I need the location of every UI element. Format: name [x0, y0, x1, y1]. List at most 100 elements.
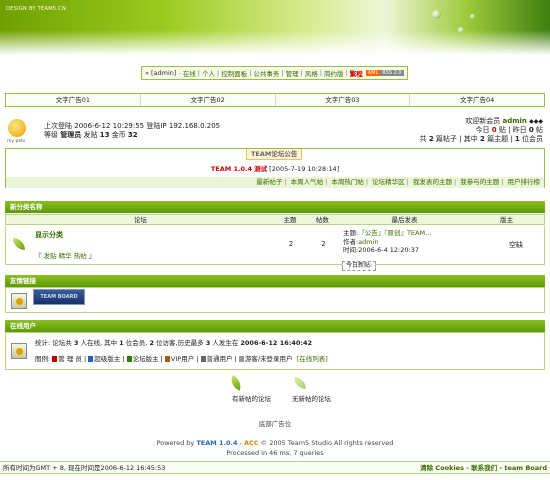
members-count: 1	[514, 135, 520, 143]
online-members: 1	[119, 339, 124, 347]
online-max-time: 2006-6-12 16:40:42	[240, 339, 313, 347]
announcement-test[interactable]: 测试	[254, 165, 267, 173]
legend-admin: 管 理 员	[58, 355, 82, 363]
online-list-link[interactable]: [在线列表]	[297, 355, 328, 363]
today-count: 0	[491, 126, 497, 134]
new-member-link[interactable]: admin	[503, 117, 527, 125]
category-header[interactable]: 新分类名称	[5, 201, 545, 213]
online-total: 3	[73, 339, 79, 347]
today-new-tooltip: 今日新贴:	[342, 261, 377, 271]
forum-last-post: 主题:『公告』『原创』TEAM... 作者:admin 时间:2006-6-4 …	[343, 229, 431, 255]
legend-label: 图例:	[35, 355, 51, 363]
stats-mid3: 位访客,历史最多	[156, 339, 204, 347]
author-link[interactable]: admin	[358, 238, 378, 246]
forum-moderator: 空缺	[509, 241, 523, 249]
quick-link[interactable]: 我发表的主题	[413, 178, 452, 186]
footer-links[interactable]: 清除 Cookies - 联系我们 - team Board	[420, 462, 547, 474]
online-panel: 统计: 论坛共 3 人在线, 其中 1 位会员, 2 位访客,历史最多 3 人发…	[5, 332, 545, 370]
quick-link[interactable]: 用户排行榜	[508, 178, 541, 186]
user-legend: 图例: 管 理 员 | 超级版主 | 论坛版主 | VIP用户 | 普通用户 |…	[35, 355, 328, 363]
powered-label: Powered by	[156, 439, 195, 447]
online-icon	[11, 343, 27, 359]
announcement-date: [2005-7-19 10:28:14]	[269, 165, 340, 173]
nav-public-affairs[interactable]: 公共事务	[253, 68, 279, 78]
author-label: 作者:	[343, 237, 359, 246]
main-nav: » [admin] - 在线 | 个人 | 控制面板 | 公共事务 | 管理 |…	[141, 66, 408, 80]
quick-link[interactable]: 最新帖子	[256, 178, 282, 186]
team-link[interactable]: TEAM 1.0.4	[196, 439, 237, 447]
today-label: 今日	[475, 126, 490, 134]
main-topics-unit: 篇主题	[487, 135, 509, 143]
status-bar: 所有时间为GMT + 8, 现在时间是2006-6-12 16:45:53 清除…	[0, 461, 550, 474]
board-stats: 欢迎新会员 admin ◆◆◆ 今日 0 贴 | 昨日 0 帖 共 2 篇帖子 …	[419, 117, 543, 143]
acc-link[interactable]: ACC	[244, 439, 259, 447]
legend-guest: 游客/未登录用户	[244, 355, 293, 363]
category-title[interactable]: 新分类名称	[10, 203, 43, 211]
vip-legend-icon	[164, 356, 170, 362]
online-max: 3	[205, 339, 211, 347]
friends-title: 友情链接	[10, 277, 36, 285]
copyright: © 2005 Team5 Studio All rights reserved	[260, 439, 394, 447]
friends-panel	[5, 287, 545, 313]
announcement-version[interactable]: TEAM 1.0.4	[211, 165, 252, 173]
yesterday-label: 昨日	[512, 126, 527, 134]
stats-mid4: 人发生在	[212, 339, 239, 347]
banner-tagline: DESIGN BY TEAM5.CN	[6, 6, 67, 12]
nav-profile[interactable]: 个人	[202, 68, 215, 78]
announcement-title: TEAM论坛公告	[246, 149, 303, 160]
col-forum: 论坛	[134, 216, 147, 224]
nav-online[interactable]: 在线	[183, 68, 196, 78]
quick-link[interactable]: 本周热门帖	[331, 178, 364, 186]
xml-badge[interactable]: XML	[365, 70, 381, 76]
nav-control-panel[interactable]: 控制面板	[221, 68, 247, 78]
total-posts-unit: 篇帖子	[435, 135, 457, 143]
forum-topic-count: 2	[288, 240, 294, 248]
ad-slot[interactable]: 文字广告02	[141, 94, 276, 106]
announcement-message: TEAM 1.0.4 测试 [2005-7-19 10:28:14]	[6, 163, 544, 173]
total-posts: 2	[428, 135, 434, 143]
ad-slot[interactable]: 文字广告01	[6, 94, 141, 106]
ip-value: 192.168.0.205	[168, 122, 221, 130]
last-topic-link[interactable]: 『公告』『原创』TEAM...	[358, 229, 431, 237]
nav-user[interactable]: [admin]	[151, 69, 176, 77]
forum-legend: 有新帖的论坛 无新帖的论坛	[0, 370, 550, 405]
server-time: 所有时间为GMT + 8, 现在时间是2006-6-12 16:45:53	[3, 464, 166, 472]
banner-wave	[0, 30, 550, 55]
user-info: my pets 上次登陆 2006-6-12 10:29:55 登陆IP 192…	[5, 117, 545, 149]
stats-mid1: 人在线, 其中	[80, 339, 118, 347]
link-icon	[11, 293, 27, 309]
quick-links: 最新帖子 | 本周人气帖 | 本周热门帖 | 论坛精华区 | 我发表的主题 | 我参与的主…	[6, 177, 544, 188]
announcement-box: TEAM论坛公告 TEAM 1.0.4 测试 [2005-7-19 10:28:…	[5, 148, 545, 188]
nav-lite[interactable]: 简约版	[324, 68, 344, 78]
online-guests: 2	[149, 339, 154, 347]
legend-mod: 论坛版主	[132, 355, 159, 363]
quick-link[interactable]: 论坛精华区	[372, 178, 405, 186]
tag-elite[interactable]: 精华	[59, 252, 72, 260]
last-post-time: 2006-6-4 12:20:37	[358, 246, 419, 254]
team-board-logo[interactable]: TEAM BOARD	[33, 289, 85, 305]
nav-manage[interactable]: 管理	[286, 68, 299, 78]
ad-slot[interactable]: 文字广告03	[276, 94, 411, 106]
tag-hot[interactable]: 热帖	[74, 252, 87, 260]
quick-link[interactable]: 我参与的主题	[460, 178, 499, 186]
level-value: 管理员	[60, 131, 82, 139]
ad-slot[interactable]: 文字广告04	[410, 94, 544, 106]
gold-value: 32	[127, 131, 138, 139]
stats-prefix: 统计: 论坛共	[35, 339, 72, 347]
main-label: 其中	[463, 135, 478, 143]
tag-post[interactable]: 发贴	[44, 252, 57, 260]
quick-link[interactable]: 本周人气帖	[291, 178, 324, 186]
nav-style[interactable]: 风格	[305, 68, 318, 78]
admin-legend-icon	[52, 356, 58, 362]
time-label: 时间:	[343, 246, 359, 254]
forum-column-headers: 论坛 主题 帖数 最后发表 版主	[5, 214, 545, 225]
col-topics: 主题	[283, 216, 297, 224]
legend-user: 普通用户	[206, 355, 233, 363]
members-unit: 位会员	[522, 135, 543, 143]
nav-logout[interactable]: 繁程	[350, 68, 363, 78]
no-new-posts-leaf-icon	[292, 375, 308, 391]
main-topics: 2	[479, 135, 485, 143]
forum-name[interactable]: 显示分类	[35, 230, 63, 240]
gold-label: 金币	[111, 131, 126, 139]
rss-badge[interactable]: RSS 2.0	[380, 70, 404, 76]
